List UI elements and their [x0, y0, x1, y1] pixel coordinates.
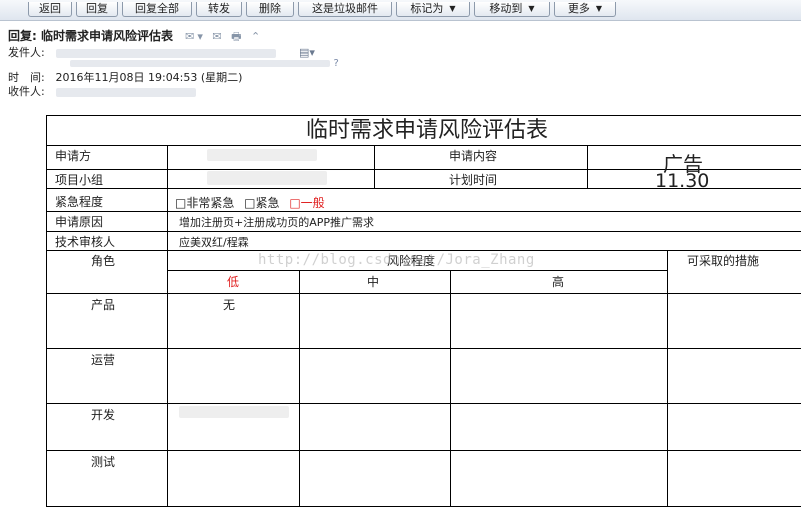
risk-mid-header: 中: [367, 275, 380, 289]
from-detail-redacted: [70, 59, 330, 67]
risk-high-header: 高: [552, 275, 565, 289]
reason-label: 申请原因: [55, 215, 104, 229]
email-action-icons[interactable]: ✉▾ ✉ 🖶 ⌃: [185, 30, 263, 43]
to-label: 收件人:: [8, 85, 45, 98]
urgency-normal[interactable]: □一般: [289, 196, 324, 210]
reply-all-button[interactable]: 回复全部: [122, 2, 192, 17]
help-icon[interactable]: ?: [334, 58, 339, 69]
role-header: 角色: [91, 254, 116, 268]
applicant-label: 申请方: [55, 149, 92, 163]
plan-time-label: 计划时间: [449, 173, 498, 187]
from-detail-row: ?: [70, 56, 339, 69]
back-button[interactable]: 返回: [28, 2, 72, 17]
content-label: 申请内容: [449, 149, 498, 163]
reviewer-value: 应美双红/程霖: [179, 236, 249, 249]
role-development: 开发: [91, 408, 116, 422]
measures-header: 可采取的措施: [687, 254, 760, 268]
urgency-urgent[interactable]: □紧急: [244, 196, 279, 210]
role-operations: 运营: [91, 353, 116, 367]
mail-toolbar: 返回 回复 回复全部 转发 删除 这是垃圾邮件 标记为 ▼ 移动到 ▼ 更多 ▼: [0, 0, 801, 21]
chevron-down-icon: ▼: [528, 4, 535, 13]
reviewer-label: 技术审核人: [55, 235, 116, 249]
to-row: 收件人:: [8, 83, 196, 99]
more-dropdown[interactable]: 更多 ▼: [554, 2, 616, 17]
plan-time-value: 11.30: [655, 170, 710, 192]
move-to-dropdown[interactable]: 移动到 ▼: [474, 2, 550, 17]
to-value-redacted[interactable]: [55, 87, 196, 97]
reason-value: 增加注册页+注册成功页的APP推广需求: [179, 216, 375, 229]
urgency-label: 紧急程度: [55, 195, 104, 209]
applicant-value-redacted: [207, 147, 317, 161]
chevron-down-icon: ▼: [595, 4, 603, 13]
role-product: 产品: [91, 298, 116, 312]
spam-button[interactable]: 这是垃圾邮件: [298, 2, 392, 17]
role-testing: 测试: [91, 455, 116, 469]
mark-as-dropdown[interactable]: 标记为 ▼: [396, 2, 470, 17]
risk-header: 风险程度: [387, 254, 436, 268]
chevron-down-icon: ▼: [449, 4, 456, 13]
product-low-value: 无: [223, 298, 236, 312]
from-label: 发件人:: [8, 46, 45, 59]
group-label: 项目小组: [55, 173, 104, 187]
development-redacted: [179, 404, 289, 418]
risk-low-header: 低: [227, 275, 240, 289]
form-title: 临时需求申请风险评估表: [47, 116, 801, 146]
urgency-options: □非常紧急 □紧急 □一般: [175, 194, 325, 211]
risk-assessment-form: 临时需求申请风险评估表 申请方 申请内容 广告 项目小组 计划时间 11.30 …: [46, 115, 801, 507]
email-subject: 回复: 临时需求申请风险评估表: [8, 29, 173, 43]
group-value-redacted: [207, 170, 327, 185]
reply-button[interactable]: 回复: [76, 2, 118, 17]
urgency-very-urgent[interactable]: □非常紧急: [175, 196, 234, 210]
delete-button[interactable]: 删除: [246, 2, 294, 17]
forward-button[interactable]: 转发: [196, 2, 242, 17]
